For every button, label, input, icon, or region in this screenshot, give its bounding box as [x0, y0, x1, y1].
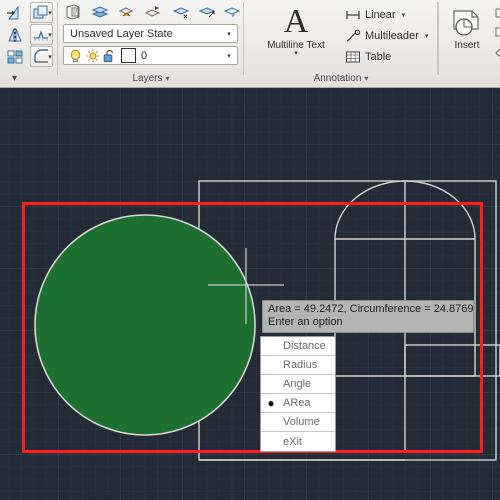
panel-divider — [438, 2, 439, 75]
table-label: Table — [365, 51, 392, 63]
ribbon-panel-annotation: A Multiline Text ▾ Linear ▾ Multileader … — [244, 0, 438, 87]
layer-properties-icon[interactable] — [62, 2, 86, 22]
text-glyph-icon: A — [283, 3, 309, 40]
annotation-panel-label: Annotation — [313, 73, 362, 84]
ribbon-panel-block: Insert — [438, 0, 500, 87]
command-tooltip: Area = 49.2472, Circumference = 24.8769 … — [262, 300, 474, 333]
sun-icon[interactable] — [86, 49, 100, 63]
current-layer-name: 0 — [141, 49, 148, 62]
chevron-down-icon[interactable]: ▾ — [294, 50, 298, 57]
array-icon-button[interactable] — [2, 46, 28, 67]
ribbon: ▾ ▾ ▾ ▾ Unsaved Layer State ▾ 0 ▾ Layers… — [0, 0, 500, 88]
drawing-canvas[interactable]: Area = 49.2472, Circumference = 24.8769 … — [0, 88, 500, 500]
option-label: Distance — [283, 340, 326, 352]
linear-dimension-label: Linear — [365, 9, 396, 21]
multileader-label: Multileader — [365, 30, 419, 42]
option-label: eXit — [283, 435, 302, 448]
tooltip-result-line: Area = 49.2472, Circumference = 24.8769 — [268, 303, 474, 315]
chevron-down-icon[interactable]: ▾ — [402, 11, 406, 19]
linear-dimension-icon — [343, 8, 363, 22]
option-item-distance[interactable]: Distance — [261, 337, 335, 356]
unlocked-padlock-icon[interactable] — [103, 49, 116, 63]
insert-block-button[interactable]: Insert — [442, 4, 492, 62]
chevron-down-icon[interactable]: ▾ — [425, 32, 429, 40]
current-layer-combo[interactable]: 0 ▾ — [63, 46, 238, 65]
break-dropdown-arrow[interactable]: ▾ — [44, 24, 56, 45]
ribbon-panel-modify: ▾ ▾ ▾ ▾ — [0, 0, 58, 87]
option-label: Angle — [283, 378, 312, 390]
option-item-radius[interactable]: Radius — [261, 356, 335, 375]
option-item-volume[interactable]: Volume — [261, 413, 335, 432]
option-selected-bullet-icon: ● — [267, 395, 275, 410]
insert-block-icon — [448, 7, 486, 39]
tooltip-prompt-line: Enter an option — [268, 316, 343, 328]
chevron-down-icon[interactable]: ▾ — [221, 52, 237, 60]
option-label: Radius — [283, 359, 318, 371]
lightbulb-icon[interactable] — [69, 49, 82, 63]
layer-unisolate-icon[interactable] — [195, 2, 219, 22]
layers-panel-label: Layers — [132, 73, 163, 84]
layer-state-combo[interactable]: Unsaved Layer State ▾ — [63, 24, 238, 43]
chevron-down-icon[interactable]: ▾ — [364, 74, 368, 83]
option-item-angle[interactable]: Angle — [261, 375, 335, 394]
block-editor-icon[interactable] — [492, 42, 500, 60]
option-label: ARea — [283, 397, 311, 409]
multileader-icon — [343, 29, 363, 43]
fillet-dropdown-arrow[interactable]: ▾ — [44, 46, 56, 67]
layer-color-swatch[interactable] — [121, 48, 136, 63]
modify-panel-expand[interactable]: ▾ — [0, 71, 58, 86]
layer-previous-icon[interactable] — [141, 2, 165, 22]
command-option-menu[interactable]: Distance Radius Angle ● ARea Volume eXit — [260, 336, 336, 452]
insert-block-label: Insert — [454, 40, 480, 51]
multiline-text-button[interactable]: A Multiline Text ▾ — [254, 4, 338, 66]
option-item-exit[interactable]: eXit — [261, 432, 335, 451]
multileader-button[interactable]: Multileader ▾ — [342, 26, 434, 46]
annotation-panel-title[interactable]: Annotation ▾ — [244, 71, 438, 86]
layer-freeze-icon[interactable] — [221, 2, 243, 22]
stretch-icon-button[interactable] — [2, 2, 28, 23]
chevron-down-icon[interactable]: ▾ — [166, 74, 170, 83]
option-label: Volume — [283, 416, 320, 428]
layer-state-label: Unsaved Layer State — [70, 27, 173, 40]
layers-panel-title[interactable]: Layers ▾ — [58, 71, 244, 86]
mirror-icon-button[interactable] — [2, 24, 28, 45]
ribbon-panel-layers: Unsaved Layer State ▾ 0 ▾ Layers ▾ — [58, 0, 244, 87]
autocad-window: ▾ ▾ ▾ ▾ Unsaved Layer State ▾ 0 ▾ Layers… — [0, 0, 500, 500]
option-item-area[interactable]: ● ARea — [261, 394, 335, 413]
table-icon — [343, 50, 363, 64]
table-button[interactable]: Table — [342, 47, 434, 67]
linear-dimension-button[interactable]: Linear ▾ — [342, 5, 434, 25]
copy-dropdown-arrow[interactable]: ▾ — [44, 2, 56, 23]
layer-merge-icon[interactable] — [88, 2, 112, 22]
chevron-down-icon[interactable]: ▾ — [221, 30, 237, 38]
create-block-icon[interactable] — [492, 4, 500, 22]
layer-isolate-icon[interactable] — [169, 2, 193, 22]
edit-attribute-icon[interactable] — [492, 23, 500, 41]
layer-match-icon[interactable] — [115, 2, 139, 22]
